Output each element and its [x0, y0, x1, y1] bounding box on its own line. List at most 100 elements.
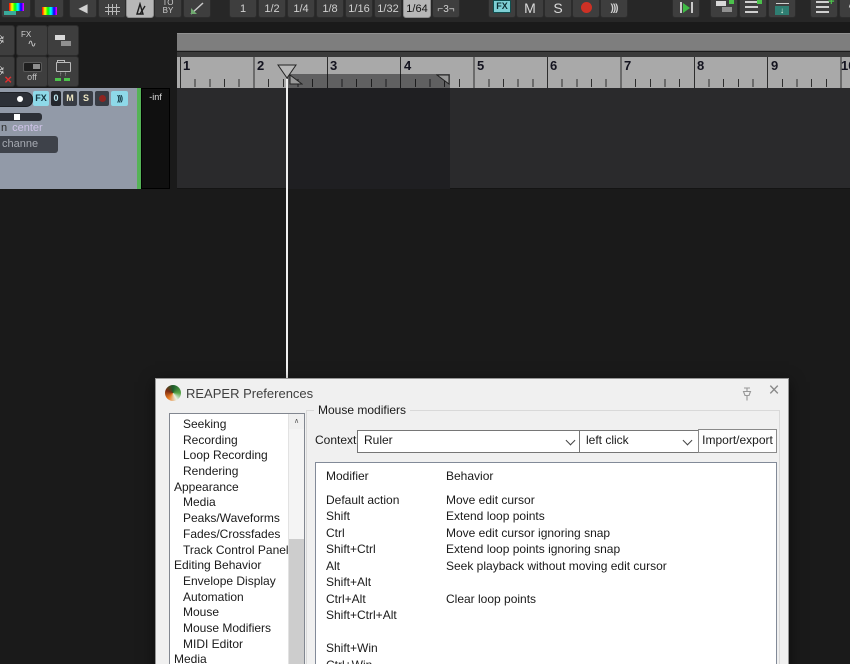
note-value-button-1-16[interactable]: 1/16 — [345, 0, 373, 18]
loop-selection-band[interactable] — [287, 74, 450, 88]
grid-settings-button[interactable] — [98, 0, 126, 18]
table-row[interactable]: Default action Move edit cursor — [316, 492, 776, 509]
note-value-button-1-2[interactable]: 1/2 — [258, 0, 286, 18]
pin-icon[interactable] — [739, 386, 755, 402]
track-monitor-button[interactable]: ))) — [111, 91, 128, 106]
sidebar-item-media-root[interactable]: Media — [170, 652, 304, 664]
track-mute-button[interactable]: M — [63, 91, 77, 106]
scrollbar-up-icon[interactable]: ∧ — [289, 414, 304, 429]
track-meter: -inf — [141, 88, 170, 189]
master-solo-button[interactable]: S — [544, 0, 572, 18]
chevron-down-icon — [565, 435, 576, 446]
sidebar-item-track-control-panels[interactable]: Track Control Panels — [170, 543, 304, 559]
track-solo-button[interactable]: S — [79, 91, 93, 106]
monitor-waves-icon: ))) — [610, 3, 619, 14]
sidebar-item-loop-recording[interactable]: Loop Recording — [170, 448, 304, 464]
sidebar-item-fades-crossfades[interactable]: Fades/Crossfades — [170, 527, 304, 543]
pan-readout: n center — [1, 122, 43, 134]
scrollbar-thumb[interactable] — [289, 539, 304, 664]
sidebar-item-midi-editor[interactable]: MIDI Editor — [170, 637, 304, 653]
render-items-button[interactable] — [739, 0, 767, 18]
play-from-cursor-button[interactable] — [672, 0, 700, 18]
sidebar-item-rendering[interactable]: Rendering — [170, 464, 304, 480]
channel-label: channe — [2, 138, 39, 150]
freeze-track-button[interactable]: ❄ — [0, 25, 15, 56]
sidebar-item-mouse-modifiers[interactable]: Mouse Modifiers — [170, 621, 304, 637]
ruler-mark: 10 — [841, 58, 850, 73]
sidebar-item-peaks-waveforms[interactable]: Peaks/Waveforms — [170, 511, 304, 527]
note-label: 1 — [239, 3, 247, 15]
apply-colors-button[interactable] — [34, 0, 64, 18]
table-row[interactable]: Ctrl+Alt Clear loop points — [316, 591, 776, 608]
table-row[interactable]: Shift+Alt — [316, 574, 776, 591]
ruler-minor-ticks — [180, 79, 850, 87]
sidebar-item-editing-behavior[interactable]: Editing Behavior — [170, 558, 304, 574]
table-row[interactable]: Shift+Win — [316, 640, 776, 657]
sidebar-item-recording[interactable]: Recording — [170, 433, 304, 449]
loop-end-flag[interactable] — [436, 74, 450, 86]
master-mute-button[interactable]: M — [516, 0, 544, 18]
insert-item-button[interactable]: + — [810, 0, 838, 18]
volume-slider[interactable] — [0, 92, 33, 107]
monitor-off-toggle[interactable]: off — [16, 56, 48, 87]
triplet-button[interactable]: ⌐3¬ — [432, 0, 460, 18]
edit-cursor-line[interactable] — [286, 79, 288, 378]
media-folder-button[interactable]: ↑ ↑ — [47, 56, 79, 87]
note-value-button-1-4[interactable]: 1/4 — [287, 0, 315, 18]
note-value-button-1-8[interactable]: 1/8 — [316, 0, 344, 18]
note-value-button-1-64[interactable]: 1/64 — [403, 0, 431, 18]
import-export-button[interactable]: Import/export — [698, 429, 777, 453]
record-arm-button[interactable] — [572, 0, 600, 18]
sidebar-item-automation[interactable]: Automation — [170, 590, 304, 606]
ruler-mark: 6 — [550, 58, 558, 73]
track-fx-button[interactable]: FX — [33, 91, 49, 106]
envelope-wave-button[interactable]: ∿ — [839, 0, 850, 18]
unfreeze-track-button[interactable]: ❄ × — [0, 56, 15, 87]
close-icon[interactable]: × — [764, 380, 784, 402]
note-label: 1/16 — [348, 3, 370, 15]
mute-label: M — [524, 0, 536, 16]
monitoring-button[interactable]: ))) — [600, 0, 628, 18]
table-row[interactable]: Shift+Ctrl+Alt — [316, 607, 776, 624]
fx-chain-button[interactable]: FX — [488, 0, 516, 18]
context-select[interactable]: Ruler — [357, 430, 582, 453]
sidebar-item-seeking[interactable]: Seeking — [170, 417, 304, 433]
click-type-select[interactable]: left click — [579, 430, 699, 453]
loop-start-flag[interactable] — [289, 74, 303, 86]
channel-button[interactable]: channe — [0, 136, 58, 153]
item-layers-button[interactable] — [47, 25, 79, 56]
note-value-button-1[interactable]: 1 — [229, 0, 257, 18]
table-row[interactable]: Shift Extend loop points — [316, 508, 776, 525]
table-row[interactable]: Alt Seek playback without moving edit cur… — [316, 558, 776, 575]
table-row[interactable]: Ctrl+Win — [316, 657, 776, 664]
back-button[interactable]: ◀ — [69, 0, 97, 18]
table-row[interactable]: Ctrl Move edit cursor ignoring snap — [316, 525, 776, 542]
metronome-icon — [136, 2, 146, 15]
track-record-arm-button[interactable] — [95, 91, 109, 106]
grid-to-by-button[interactable]: TO BY — [154, 0, 182, 18]
sidebar-item-appearance[interactable]: Appearance — [170, 480, 304, 496]
sidebar-item-media[interactable]: Media — [170, 495, 304, 511]
fade-shape-button[interactable] — [183, 0, 211, 18]
table-row[interactable]: Shift+Ctrl Extend loop points ignoring sn… — [316, 541, 776, 558]
arrange-view[interactable] — [177, 88, 850, 189]
duplicate-items-button[interactable] — [710, 0, 738, 18]
sidebar-item-mouse[interactable]: Mouse — [170, 605, 304, 621]
fx-freeze-button[interactable]: FX ∿ — [16, 25, 48, 56]
theme-color-button[interactable] — [1, 0, 31, 18]
sidebar-scrollbar[interactable]: ∧ — [288, 414, 304, 664]
solo-label: S — [553, 0, 563, 16]
click-type-value: left click — [586, 433, 629, 447]
teal-bar-icon — [4, 11, 16, 15]
pan-thumb[interactable] — [14, 114, 20, 120]
volume-thumb[interactable] — [17, 96, 23, 102]
snowflake-icon: ❄ — [0, 33, 5, 48]
sidebar-item-envelope-display[interactable]: Envelope Display — [170, 574, 304, 590]
track-io-button[interactable]: 0 — [51, 91, 61, 106]
metronome-button[interactable] — [126, 0, 154, 18]
freeze-render-button[interactable]: ↓ — [768, 0, 796, 18]
note-label: 1/64 — [406, 3, 428, 15]
pan-slider[interactable] — [0, 113, 42, 121]
note-value-button-1-32[interactable]: 1/32 — [374, 0, 402, 18]
arrange-hscrollbar[interactable] — [177, 33, 850, 51]
